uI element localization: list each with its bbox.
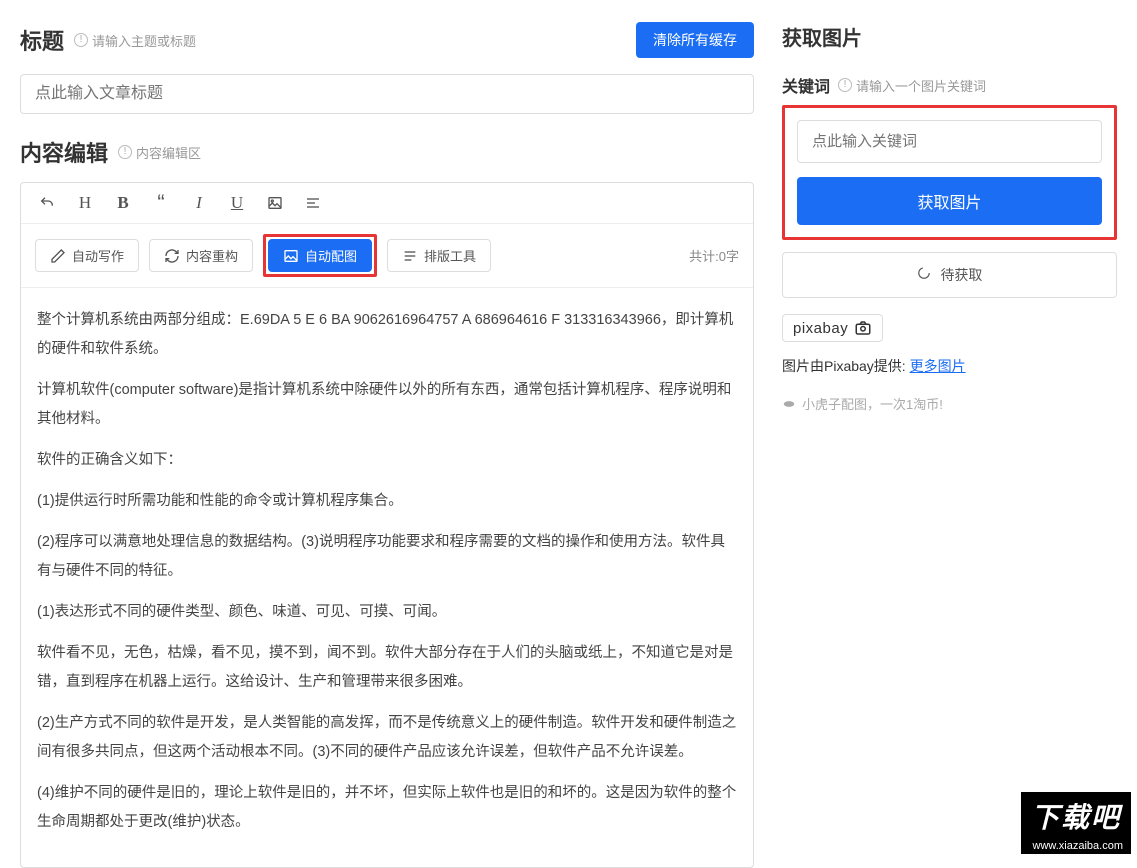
auto-image-highlight: 自动配图: [263, 234, 377, 277]
loading-icon: [917, 266, 931, 283]
quote-icon[interactable]: “: [151, 193, 171, 213]
editor-box: H B “ I U 自动写作: [20, 182, 754, 868]
align-icon[interactable]: [303, 193, 323, 213]
undo-icon[interactable]: [37, 193, 57, 213]
bold-icon[interactable]: B: [113, 193, 133, 213]
heading-icon[interactable]: H: [75, 193, 95, 213]
image-panel: 获取图片 关键词 ! 请输入一个图片关键词 获取图片 待获取 pixabay 图…: [782, 22, 1117, 868]
editor-paragraph: 软件的正确含义如下：: [37, 446, 737, 475]
action-toolbar: 自动写作 内容重构 自动配图: [21, 224, 753, 288]
editor-paragraph: (4)维护不同的硬件是旧的，理论上软件是旧的，并不坏，但实际上软件也是旧的和坏的…: [37, 779, 737, 837]
title-header: 标题 ! 请输入主题或标题 清除所有缓存: [20, 22, 754, 58]
watermark: 下载吧 www.xiazaiba.com: [1021, 792, 1131, 854]
layout-icon: [402, 248, 418, 264]
pending-status: 待获取: [782, 252, 1117, 298]
title-label: 标题: [20, 24, 64, 56]
coin-icon: [782, 397, 796, 411]
more-images-link[interactable]: 更多图片: [910, 358, 966, 374]
article-title-input[interactable]: [20, 74, 754, 114]
image-panel-title: 获取图片: [782, 22, 1117, 51]
clear-cache-button[interactable]: 清除所有缓存: [636, 22, 754, 58]
info-icon: !: [74, 33, 88, 47]
editor-paragraph: (2)生产方式不同的软件是开发，是人类智能的高发挥，而不是传统意义上的硬件制造。…: [37, 709, 737, 767]
keyword-label: 关键词: [782, 73, 830, 97]
provided-by-text: 图片由Pixabay提供: 更多图片: [782, 356, 1117, 376]
title-hint: ! 请输入主题或标题: [74, 31, 196, 50]
pixabay-badge: pixabay: [782, 314, 883, 342]
content-edit-label: 内容编辑: [20, 136, 108, 168]
editor-paragraph: (2)程序可以满意地处理信息的数据结构。(3)说明程序功能要求和程序需要的文档的…: [37, 528, 737, 586]
info-icon: !: [118, 145, 132, 159]
italic-icon[interactable]: I: [189, 193, 209, 213]
layout-tool-button[interactable]: 排版工具: [387, 239, 491, 272]
editor-paragraph: (1)表达形式不同的硬件类型、颜色、味道、可见、可摸、可闻。: [37, 598, 737, 627]
keyword-hint: ! 请输入一个图片关键词: [838, 76, 986, 95]
format-toolbar: H B “ I U: [21, 183, 753, 224]
main-column: 标题 ! 请输入主题或标题 清除所有缓存 内容编辑 ! 内容编辑区: [20, 22, 754, 868]
auto-image-button[interactable]: 自动配图: [268, 239, 372, 272]
refresh-icon: [164, 248, 180, 264]
picture-icon: [283, 248, 299, 264]
info-icon: !: [838, 78, 852, 92]
editor-paragraph: 计算机软件(computer software)是指计算机系统中除硬件以外的所有…: [37, 376, 737, 434]
pencil-icon: [50, 248, 66, 264]
underline-icon[interactable]: U: [227, 193, 247, 213]
editor-paragraph: 整个计算机系统由两部分组成：E.69DA 5 E 6 BA 9062616964…: [37, 306, 737, 364]
camera-icon: [854, 319, 872, 337]
word-count: 共计:0字: [689, 246, 739, 265]
auto-write-button[interactable]: 自动写作: [35, 239, 139, 272]
editor-paragraph: (1)提供运行时所需功能和性能的命令或计算机程序集合。: [37, 487, 737, 516]
keyword-input[interactable]: [797, 120, 1102, 163]
restructure-button[interactable]: 内容重构: [149, 239, 253, 272]
content-hint: ! 内容编辑区: [118, 143, 201, 162]
editor-content[interactable]: 整个计算机系统由两部分组成：E.69DA 5 E 6 BA 9062616964…: [21, 288, 753, 867]
keyword-highlight-frame: 获取图片: [782, 105, 1117, 240]
coin-note: 小虎子配图，一次1淘币!: [782, 394, 1117, 413]
fetch-image-button[interactable]: 获取图片: [797, 177, 1102, 225]
editor-paragraph: 软件看不见，无色，枯燥，看不见，摸不到，闻不到。软件大部分存在于人们的头脑或纸上…: [37, 639, 737, 697]
image-icon[interactable]: [265, 193, 285, 213]
